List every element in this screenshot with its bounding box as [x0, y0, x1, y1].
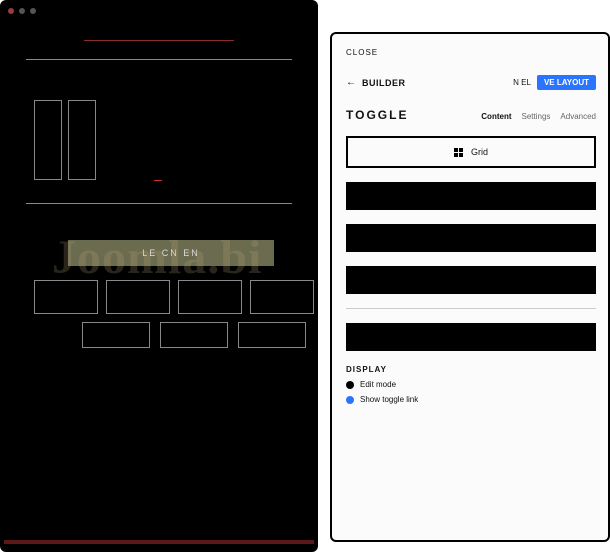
canvas-cell[interactable]: [238, 322, 306, 348]
layout-grid-option[interactable]: Grid: [346, 136, 596, 168]
radio-icon: [346, 396, 354, 404]
display-radio-edit[interactable]: Edit mode: [346, 380, 596, 389]
panel-tabs: Content Settings Advanced: [481, 112, 596, 121]
builder-label: BUILDER: [362, 78, 406, 88]
section-title: TOGGLE: [346, 108, 408, 122]
grid-option-label: Grid: [471, 147, 488, 157]
display-header: DISPLAY: [346, 365, 596, 374]
window-min-dot[interactable]: [19, 8, 25, 14]
canvas-cell[interactable]: [106, 280, 170, 314]
arrow-left-icon: ←: [346, 77, 356, 88]
layout-option[interactable]: [346, 266, 596, 294]
layout-option[interactable]: [346, 182, 596, 210]
radio-label: Show toggle link: [360, 395, 418, 404]
canvas-cell[interactable]: [82, 322, 150, 348]
layout-option[interactable]: [346, 224, 596, 252]
save-layout-button[interactable]: VE LAYOUT: [537, 75, 596, 90]
tab-settings[interactable]: Settings: [522, 112, 551, 121]
canvas-toggle-button[interactable]: LE CN EN: [68, 240, 274, 266]
canvas-cell[interactable]: [34, 280, 98, 314]
preview-window: LE CN EN: [0, 0, 318, 552]
canvas-cell[interactable]: [250, 280, 314, 314]
preview-canvas: LE CN EN: [4, 20, 314, 548]
panel-divider: [346, 308, 596, 309]
canvas-block[interactable]: [34, 100, 62, 180]
canvas-grid-row: [82, 322, 314, 348]
grid-icon: [454, 148, 463, 157]
window-max-dot[interactable]: [30, 8, 36, 14]
canvas-grid-row: [34, 280, 314, 314]
canvas-cell[interactable]: [178, 280, 242, 314]
radio-label: Edit mode: [360, 380, 396, 389]
canvas-block-row: [34, 100, 314, 180]
close-button[interactable]: CLOSE: [346, 48, 378, 57]
builder-back-button[interactable]: ← BUILDER: [346, 77, 406, 88]
canvas-block[interactable]: [68, 100, 96, 180]
builder-panel: CLOSE ← BUILDER N EL VE LAYOUT TOGGLE Co…: [330, 32, 610, 542]
canvas-divider: [26, 59, 292, 60]
canvas-bottom-bar: [4, 540, 314, 544]
layout-option[interactable]: [346, 323, 596, 351]
canvas-divider: [26, 203, 292, 204]
tab-content[interactable]: Content: [481, 112, 511, 121]
window-titlebar: [2, 2, 316, 20]
window-close-dot[interactable]: [8, 8, 14, 14]
nel-label: N EL: [513, 78, 531, 87]
radio-icon: [346, 381, 354, 389]
tab-advanced[interactable]: Advanced: [560, 112, 596, 121]
canvas-cell[interactable]: [160, 322, 228, 348]
display-radio-show[interactable]: Show toggle link: [346, 395, 596, 404]
